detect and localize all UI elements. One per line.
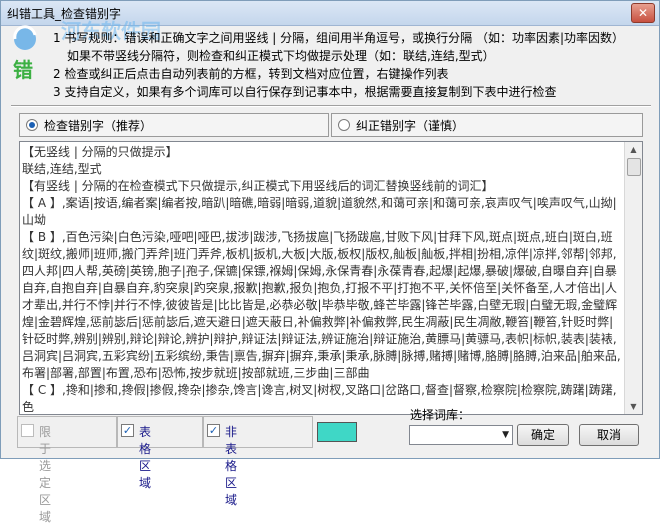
rules-text: 1 书写规则：错误和正确文字之间用竖线 | 分隔，组间用半角逗号，或换行分隔 （… [53, 29, 653, 101]
svg-text:错: 错 [13, 58, 33, 82]
checkbox-icon[interactable]: ✓ [121, 424, 134, 437]
scroll-down-icon[interactable]: ▼ [627, 400, 640, 413]
only-selected-label: 限于选定区域 [39, 425, 52, 524]
dialog-window: 纠错工具_检查错别字 ✕ 错 河东软件园 1 书写规则：错误和正确文字之间用竖线… [0, 0, 660, 524]
rule-line: 如果不带竖线分隔符，则检查和纠正模式下均做提示处理（如：联结,连结,型式） [67, 49, 495, 63]
logo-icon: 错 [13, 25, 37, 82]
highlight-color-swatch[interactable] [317, 422, 357, 442]
vertical-scrollbar[interactable]: ▲ ▼ [624, 142, 642, 414]
dict-line: 【有竖线 | 分隔的在检查模式下只做提示,纠正模式下用竖线后的词汇替换竖线前的词… [22, 179, 494, 193]
dict-line: 联结,连结,型式 [22, 162, 102, 176]
mode-correct-radio[interactable]: 纠正错别字（谨慎） [331, 113, 643, 137]
checkbox-icon[interactable]: ✓ [207, 424, 220, 437]
divider [11, 105, 651, 107]
ok-button[interactable]: 确定 [517, 424, 569, 446]
scroll-up-icon[interactable]: ▲ [627, 143, 640, 156]
rule-line: 3 支持自定义，如果有多个词库可以自行保存到记事本中，根据需要直接复制到下表中进… [53, 85, 557, 99]
radio-icon[interactable] [26, 119, 38, 131]
mode-check-radio[interactable]: 检查错别字（推荐） [19, 113, 329, 137]
close-button[interactable]: ✕ [631, 3, 655, 23]
cancel-button[interactable]: 取消 [579, 424, 639, 446]
checkbox-icon[interactable] [21, 424, 34, 437]
dict-line: 【 A 】,案语|按语,编者案|编者按,暗趴|暗礁,暗弱|暗弱,道貌|道貌然,和… [22, 196, 617, 227]
library-select[interactable]: ▼ [409, 425, 513, 445]
radio-icon[interactable] [338, 119, 350, 131]
dictionary-content: 【无竖线 | 分隔的只做提示】 联结,连结,型式 【有竖线 | 分隔的在检查模式… [22, 144, 622, 414]
dict-line: 【 C 】,搀和|掺和,搀假|掺假,搀杂|掺杂,馋言|谗言,树叉|树杈,叉路口|… [22, 383, 617, 414]
dictionary-textarea[interactable]: 【无竖线 | 分隔的只做提示】 联结,连结,型式 【有竖线 | 分隔的在检查模式… [19, 141, 643, 415]
table-area-label: 表格区域 [139, 425, 152, 490]
rule-line: 1 书写规则：错误和正确文字之间用竖线 | 分隔，组间用半角逗号，或换行分隔 （… [53, 31, 624, 45]
chevron-down-icon[interactable]: ▼ [502, 430, 509, 440]
dict-line: 【无竖线 | 分隔的只做提示】 [22, 145, 178, 159]
mode-check-label: 检查错别字（推荐） [44, 119, 153, 133]
library-label: 选择词库： [410, 408, 471, 422]
mode-correct-label: 纠正错别字（谨慎） [356, 119, 465, 133]
dict-line: 【 B 】,百色污染|白色污染,哑吧|哑巴,拔涉|跋涉,飞扬拔扈|飞扬跋扈,甘败… [22, 230, 621, 380]
rule-line: 2 检查或纠正后点击自动列表前的方框，转到文档对应位置，右键操作列表 [53, 67, 449, 81]
non-table-area-label: 非表格区域 [225, 425, 238, 507]
scroll-thumb[interactable] [627, 158, 641, 176]
